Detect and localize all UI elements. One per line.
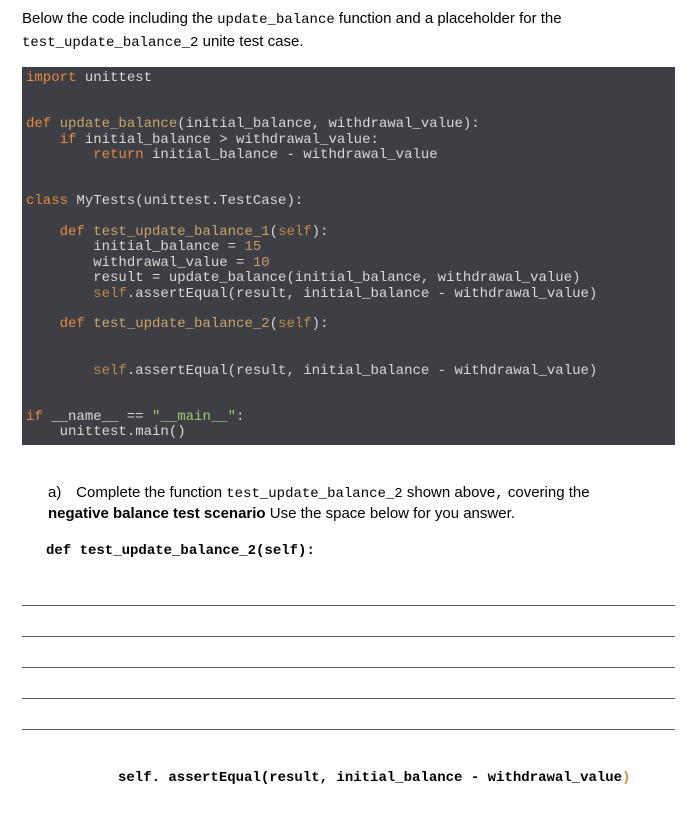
q-text-4: Use the space below for you answer. (270, 505, 515, 522)
final-paren: ) (622, 770, 630, 786)
answer-line (22, 575, 675, 606)
intro-text-1: Below the code including the (22, 10, 217, 27)
intro-code-2: test_update_balance_2 (22, 35, 198, 51)
answer-line (22, 668, 675, 699)
intro-paragraph: Below the code including the update_bala… (22, 8, 675, 53)
intro-text-2: function and a placeholder for the (335, 10, 562, 27)
question-a: a) Complete the function test_update_bal… (22, 483, 675, 525)
answer-line (22, 606, 675, 637)
q-text-3: covering the (504, 484, 590, 501)
q-code: test_update_balance_2 (226, 486, 402, 502)
question-label: a) (48, 483, 72, 504)
final-assertion: self. assertEqual(result, initial_balanc… (22, 770, 675, 786)
q-text-2: shown above (403, 484, 496, 501)
code-block: import unittest def update_balance(initi… (22, 67, 675, 444)
q-bold: negative balance test scenario (48, 505, 270, 522)
q-text-1: Complete the function (76, 484, 226, 501)
intro-text-3: unite test case. (198, 33, 303, 50)
intro-code-1: update_balance (217, 12, 335, 28)
answer-line (22, 699, 675, 730)
final-text: self. assertEqual(result, initial_balanc… (118, 770, 622, 786)
answer-line (22, 637, 675, 668)
q-comma: , (495, 486, 503, 502)
test-function-signature: def test_update_balance_2(self): (46, 543, 675, 559)
